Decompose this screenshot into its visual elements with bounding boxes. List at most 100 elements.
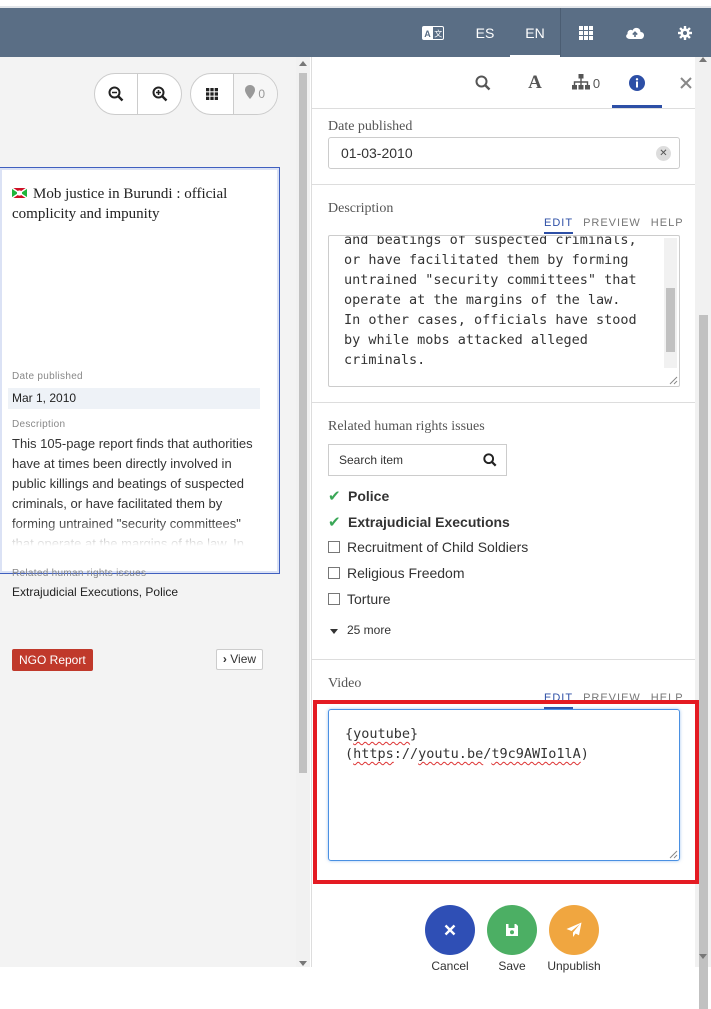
zoom-out-icon[interactable] <box>95 74 139 114</box>
save-label: Save <box>498 959 526 973</box>
map-count: 0 <box>258 87 266 101</box>
check-icon: ✔ <box>328 488 341 505</box>
translate-icon[interactable]: A文 <box>410 8 456 57</box>
lang-es-button[interactable]: ES <box>462 8 508 57</box>
issue-option-label: Torture <box>347 591 391 607</box>
search-icon[interactable] <box>462 57 504 109</box>
issue-option-label: Police <box>348 488 390 504</box>
font-icon[interactable]: A <box>514 57 556 109</box>
card-issues-value: Extrajudicial Executions, Police <box>12 585 179 599</box>
svg-text:A: A <box>424 29 431 39</box>
video-tab-preview[interactable]: PREVIEW <box>583 692 641 704</box>
video-tab-help[interactable]: HELP <box>651 692 684 704</box>
description-tab-preview[interactable]: PREVIEW <box>583 217 641 229</box>
unpublish-button[interactable] <box>549 905 599 955</box>
description-line: In other cases, officials have stood <box>344 312 637 328</box>
description-tab-edit[interactable]: EDIT <box>544 217 574 234</box>
issue-option-torture[interactable]: Torture <box>328 591 391 607</box>
issue-option-label: Recruitment of Child Soldiers <box>347 539 529 555</box>
checkbox[interactable] <box>328 567 340 579</box>
description-tab-help[interactable]: HELP <box>651 217 684 229</box>
video-tag-word: youtube <box>353 726 411 742</box>
sidepanel-scrollbar[interactable] <box>695 57 711 1009</box>
grid-view-icon[interactable] <box>191 74 234 114</box>
grid-icon[interactable] <box>563 8 609 57</box>
url-scheme: https <box>353 746 394 762</box>
video-textarea[interactable]: {youtube} (https://youtu.be/t9c9AWIo1lA) <box>328 709 680 861</box>
paper-plane-icon <box>566 922 582 937</box>
cloud-upload-icon[interactable] <box>612 8 658 57</box>
library-panel: 0 Mob justice in Burundi : official comp… <box>0 57 296 967</box>
card-title[interactable]: Mob justice in Burundi : official compli… <box>12 184 270 224</box>
lang-es-label: ES <box>475 24 495 41</box>
cancel-label: Cancel <box>431 959 469 973</box>
checkbox[interactable] <box>328 541 340 553</box>
lang-en-label: EN <box>525 24 545 41</box>
show-more-issues-button[interactable]: 25 more <box>328 623 391 637</box>
issue-option-religious-freedom[interactable]: Religious Freedom <box>328 565 465 581</box>
description-fade <box>12 520 264 546</box>
view-button-label: View <box>230 652 257 666</box>
hierarchy-tab[interactable]: 0 <box>562 57 610 109</box>
issues-section: Related human rights issues <box>312 403 696 660</box>
gear-icon[interactable] <box>662 8 708 57</box>
description-text: and beatings of suspected criminals, or … <box>344 235 651 370</box>
zoom-in-icon[interactable] <box>138 74 181 114</box>
date-published-value: 01-03-2010 <box>341 145 413 161</box>
url-host: youtu.be <box>418 746 484 762</box>
description-line: and beatings of suspected criminals, <box>344 235 637 248</box>
scroll-up-icon[interactable] <box>299 61 307 66</box>
description-textarea[interactable]: and beatings of suspected criminals, or … <box>328 235 680 387</box>
issues-search-input[interactable]: Search item <box>328 444 507 476</box>
hierarchy-icon <box>571 73 590 93</box>
date-published-section: Date published 01-03-2010 ✕ <box>312 109 696 185</box>
floppy-disk-icon <box>506 924 518 936</box>
close-icon <box>444 924 456 936</box>
issue-option-recruitment-of-child-soldiers[interactable]: Recruitment of Child Soldiers <box>328 539 528 555</box>
map-view-button[interactable]: 0 <box>233 74 277 114</box>
save-button[interactable] <box>487 905 537 955</box>
sidepanel-scrollbar-thumb[interactable] <box>699 315 708 1009</box>
library-scrollbar-thumb[interactable] <box>299 73 307 773</box>
resize-handle-icon[interactable] <box>669 376 678 385</box>
view-button[interactable]: › View <box>216 649 263 670</box>
metadata-sidepanel: A 0 Date published 01-03-2010 ✕ Descript… <box>311 57 711 973</box>
description-line: untrained "security committees" that <box>344 272 637 288</box>
video-tab-edit[interactable]: EDIT <box>544 692 574 709</box>
scroll-down-icon[interactable] <box>699 954 707 959</box>
card-issues-label: Related human rights issues <box>12 568 147 579</box>
description-line: criminals. <box>344 352 426 368</box>
unpublish-label: Unpublish <box>547 959 601 973</box>
lang-en-button[interactable]: EN <box>510 8 560 57</box>
info-tab-indicator <box>612 105 662 108</box>
scroll-up-icon[interactable] <box>699 57 707 62</box>
issue-option-label: Religious Freedom <box>347 565 465 581</box>
caret-down-icon <box>330 623 338 637</box>
relations-count: 0 <box>592 75 601 91</box>
topbar-divider <box>560 8 561 57</box>
scroll-down-icon[interactable] <box>299 961 307 966</box>
issue-option-extrajudicial-executions[interactable]: ✔ Extrajudicial Executions <box>328 513 510 531</box>
resize-handle-icon[interactable] <box>669 850 678 859</box>
map-pin-icon <box>245 84 256 104</box>
checkbox[interactable] <box>328 593 340 605</box>
info-icon[interactable] <box>616 57 658 109</box>
video-label: Video <box>328 676 362 691</box>
description-scrollbar-thumb[interactable] <box>666 288 675 352</box>
description-line: or have facilitated them by forming <box>344 252 629 268</box>
clear-date-icon[interactable]: ✕ <box>656 146 671 161</box>
url-video-id: t9c9AWIo1lA <box>491 746 581 762</box>
ngo-report-badge: NGO Report <box>12 649 93 671</box>
cancel-button[interactable] <box>425 905 475 955</box>
check-icon: ✔ <box>328 514 341 531</box>
chevron-right-icon: › <box>222 652 227 666</box>
description-markdown-tabs: EDIT PREVIEW HELP <box>534 217 684 234</box>
issue-option-police[interactable]: ✔ Police <box>328 487 389 505</box>
description-line: operate at the margins of the law. <box>344 292 621 308</box>
document-card[interactable]: Mob justice in Burundi : official compli… <box>0 167 280 671</box>
svg-text:文: 文 <box>434 28 442 38</box>
url-close-paren: ) <box>580 746 589 762</box>
library-scrollbar[interactable] <box>296 57 310 967</box>
description-scrollbar[interactable] <box>664 238 677 368</box>
date-published-input[interactable]: 01-03-2010 ✕ <box>328 137 680 169</box>
